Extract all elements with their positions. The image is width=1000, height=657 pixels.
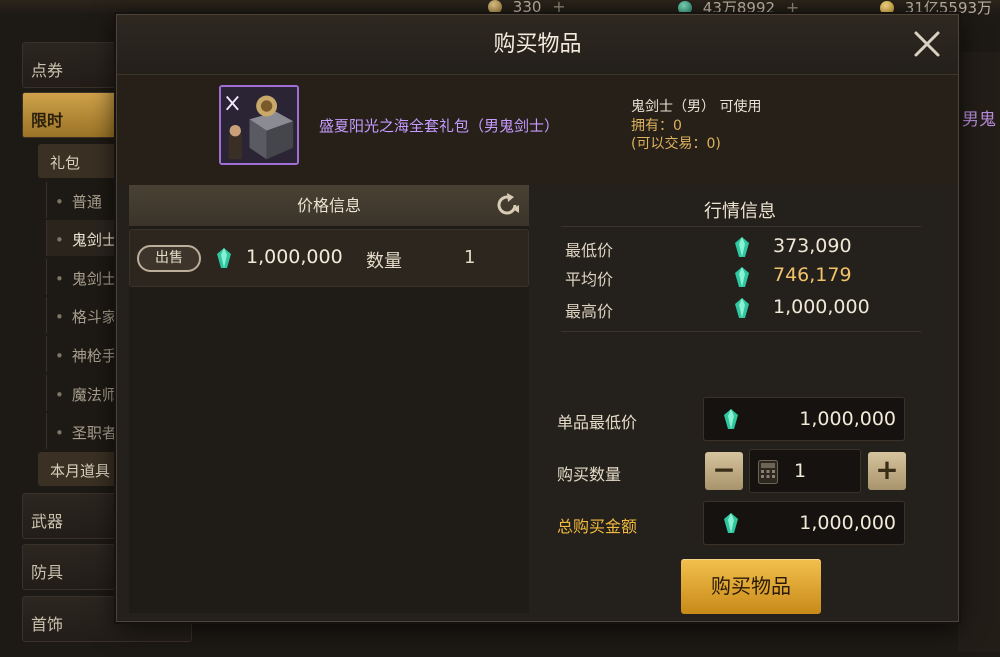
- quantity-minus-button[interactable]: −: [705, 452, 743, 490]
- sidebar-leaf-label: 魔法师: [71, 386, 117, 404]
- item-tradable-count: (可以交易：0): [631, 136, 721, 152]
- item-icon: [219, 85, 299, 165]
- gem-icon: [724, 409, 738, 429]
- gem-icon: [724, 513, 738, 533]
- quantity-plus-button[interactable]: +: [868, 452, 906, 490]
- buy-quantity-label: 购买数量: [557, 465, 622, 484]
- item-name: 盛夏阳光之海全套礼包（男鬼剑士）: [319, 117, 560, 135]
- item-info-row: 盛夏阳光之海全套礼包（男鬼剑士） 鬼剑士（男） 可使用 拥有：0 (可以交易：0…: [117, 75, 958, 185]
- divider: [561, 226, 921, 227]
- sidebar-leaf-label: 鬼剑士: [71, 270, 117, 288]
- market-min-label: 最低价: [565, 241, 614, 260]
- sidebar-item-label: 限时: [31, 111, 64, 130]
- unit-min-price-label: 单品最低价: [557, 413, 638, 432]
- purchase-dialog: 购买物品 盛夏阳光之海全套礼包（男鬼剑士） 鬼剑士（男） 可使用 拥有：0 (可…: [116, 14, 959, 622]
- sidebar-sub-label: 礼包: [50, 154, 81, 172]
- background-item-name: 男鬼: [962, 110, 996, 130]
- gem-icon: [735, 237, 749, 257]
- sidebar-item-label: 点券: [31, 61, 64, 80]
- refresh-icon[interactable]: [493, 191, 521, 219]
- market-avg-value: 746,179: [773, 264, 852, 286]
- gold-icon: [880, 1, 894, 15]
- sidebar-leaf-label: 神枪手: [71, 347, 117, 365]
- price-listing-row[interactable]: 出售 1,000,000 数量 1: [129, 229, 529, 287]
- sidebar-leaf-label: 格斗家: [71, 308, 117, 326]
- coin-icon: [488, 0, 502, 14]
- calculator-icon[interactable]: [758, 460, 778, 484]
- market-max-value: 1,000,000: [773, 296, 870, 318]
- sidebar-item-label: 首饰: [31, 615, 64, 634]
- item-usable-class: 鬼剑士（男） 可使用: [631, 99, 762, 115]
- sidebar-sub-label: 本月道具: [50, 462, 111, 480]
- sidebar-leaf-label: 鬼剑士: [71, 231, 117, 249]
- divider: [561, 331, 921, 332]
- close-icon: [914, 31, 940, 57]
- dialog-title: 购买物品: [117, 15, 958, 75]
- sell-badge[interactable]: 出售: [137, 245, 201, 272]
- quantity-value: 1: [794, 460, 807, 482]
- market-min-value: 373,090: [773, 235, 852, 257]
- total-amount-label: 总购买金额: [557, 517, 638, 536]
- total-amount-value: 1,000,000: [799, 512, 896, 534]
- gem-icon: [735, 298, 749, 318]
- market-avg-label: 平均价: [565, 270, 614, 289]
- buy-item-button[interactable]: 购买物品: [681, 559, 821, 614]
- listing-price: 1,000,000: [246, 246, 343, 268]
- close-button[interactable]: [912, 29, 942, 59]
- listing-qty: 1: [464, 247, 476, 268]
- sidebar-item-label: 武器: [31, 512, 64, 531]
- unit-min-price-value: 1,000,000: [799, 408, 896, 430]
- price-info-title: 价格信息: [296, 196, 361, 215]
- sidebar-leaf-label: 普通: [71, 193, 102, 211]
- listing-qty-label: 数量: [366, 251, 402, 272]
- background-list-panel: [958, 52, 1000, 652]
- gem-icon: [735, 267, 749, 287]
- unit-min-price-field[interactable]: 1,000,000: [703, 397, 905, 441]
- item-owned-count: 拥有：0: [631, 118, 682, 134]
- market-info-title: 行情信息: [704, 201, 776, 222]
- price-info-header: 价格信息: [129, 185, 529, 226]
- sidebar-item-label: 防具: [31, 563, 64, 582]
- gem-icon: [678, 1, 692, 15]
- total-amount-field: 1,000,000: [703, 501, 905, 545]
- market-max-label: 最高价: [565, 302, 614, 321]
- gem-icon: [217, 248, 231, 268]
- price-info-panel: 价格信息 出售 1,000,000 数量 1: [129, 185, 529, 613]
- market-info-panel: 行情信息 最低价 373,090 平均价 746,179 最高价 1,000,0…: [545, 185, 955, 614]
- sidebar-leaf-label: 圣职者: [71, 424, 117, 442]
- quantity-input[interactable]: 1: [749, 449, 861, 493]
